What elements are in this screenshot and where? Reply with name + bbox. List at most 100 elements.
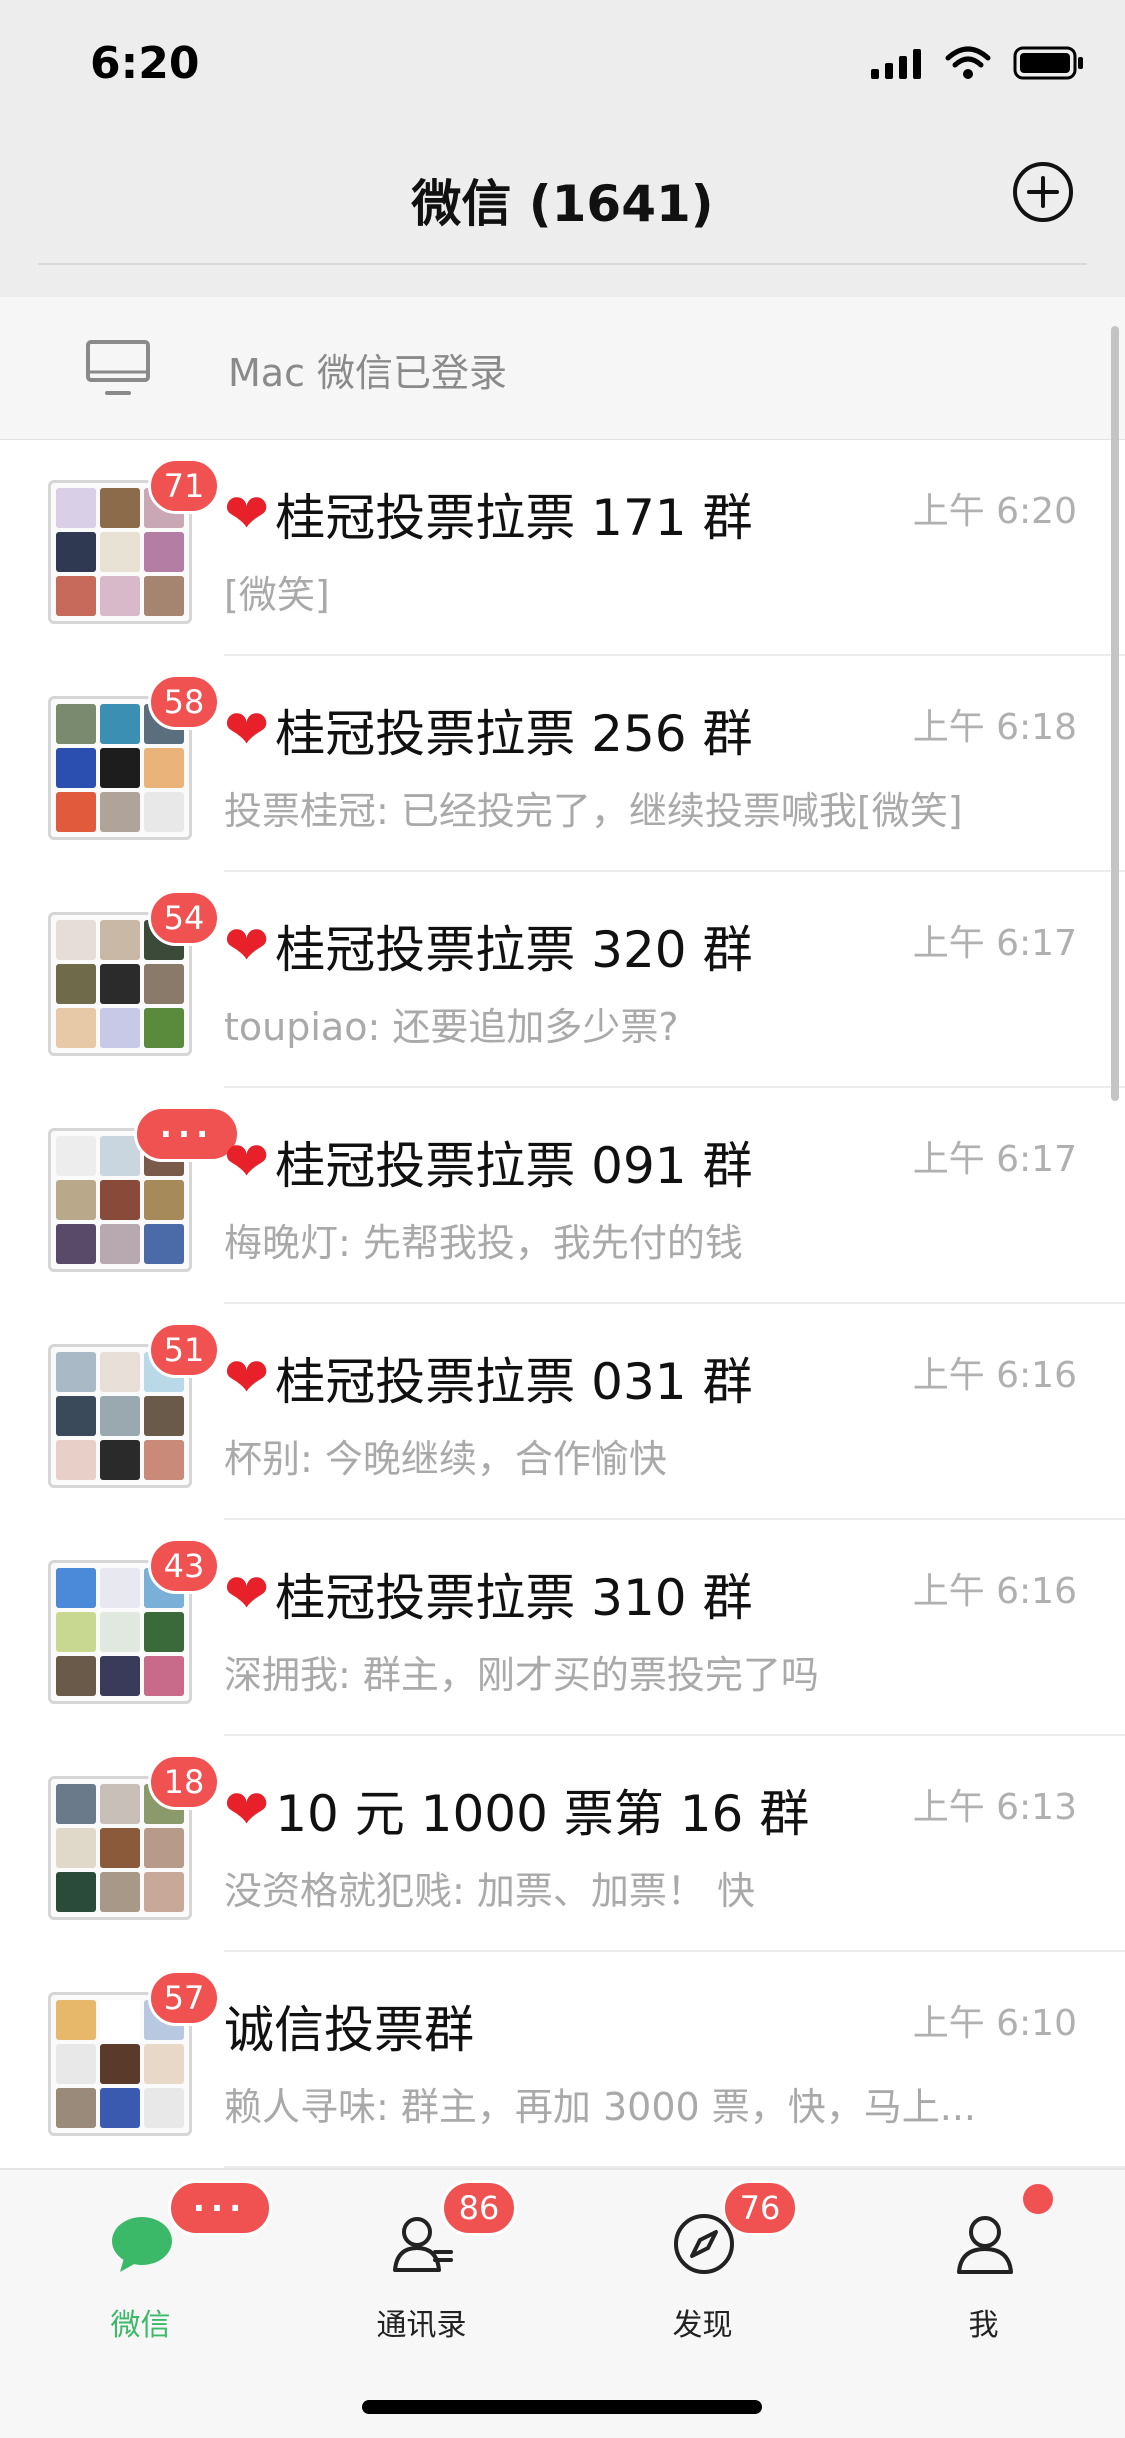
chat-title: ❤ 桂冠投票拉票 031 群 — [224, 1342, 752, 1414]
tab-contacts[interactable]: 86 通讯录 — [281, 2170, 562, 2370]
wifi-icon — [945, 46, 991, 79]
chat-list: 71 ❤ 桂冠投票拉票 171 群上午 6:20 [微笑] 58 ❤ 桂冠投票拉票 256 … — [0, 440, 1125, 2168]
tab-badge: 76 — [722, 2180, 798, 2236]
avatar-tile — [100, 704, 140, 744]
tab-label: 发现 — [672, 2308, 733, 2343]
avatar-tile — [100, 488, 140, 528]
chat-row[interactable]: 51 ❤ 桂冠投票拉票 031 群 上午 6:16 杯别: 今晚继续，合作愉快 — [0, 1304, 1125, 1520]
unread-badge: 51 — [148, 1322, 220, 1378]
chat-time: 上午 6:17 — [912, 1139, 1077, 1180]
avatar-tile — [144, 748, 184, 788]
chat-row[interactable]: 57 诚信投票群 上午 6:10 赖人寻味: 群主，再加 3000 票，快，马上... — [0, 1952, 1125, 2168]
avatar-tile — [56, 1008, 96, 1048]
chat-preview: [微笑] — [224, 573, 330, 617]
monitor-icon — [86, 340, 150, 395]
chat-preview: 没资格就犯贱: 加票、加票！ 快 — [224, 1869, 755, 1913]
nav-divider — [38, 263, 1087, 265]
chat-icon — [112, 2217, 172, 2272]
chat-time: 上午 6:18 — [912, 707, 1077, 748]
add-circle-icon[interactable] — [1011, 160, 1075, 224]
chat-time: 上午 6:17 — [912, 923, 1077, 964]
avatar-tile — [100, 792, 140, 832]
unread-badge: 71 — [148, 458, 220, 514]
chat-row[interactable]: 58 ❤ 桂冠投票拉票 256 群 上午 6:18 投票桂冠: 已经投完了，继续投票喊我… — [0, 656, 1125, 872]
scrollbar[interactable] — [1111, 326, 1119, 1101]
avatar-tile — [144, 1440, 184, 1480]
avatar-tile — [100, 920, 140, 960]
avatar-tile — [56, 748, 96, 788]
chat-title: ❤ 桂冠投票拉票 310 群 — [224, 1558, 752, 1630]
tab-badge: ··· — [168, 2180, 272, 2236]
avatar-tile — [100, 1872, 140, 1912]
avatar-tile — [144, 576, 184, 616]
home-indicator[interactable] — [362, 2400, 762, 2414]
status-icons — [871, 46, 1085, 80]
unread-badge: 18 — [148, 1754, 220, 1810]
chat-title-text: 桂冠投票拉票 171 群 — [275, 489, 753, 547]
avatar-tile — [144, 1180, 184, 1220]
chat-title-text: 10 元 1000 票第 16 群 — [275, 1785, 810, 1843]
chat-time: 上午 6:16 — [912, 1571, 1077, 1612]
chat-row[interactable]: ··· ❤ 桂冠投票拉票 091 群上午 6:17 梅晚灯: 先帮我投，我先付的钱 — [0, 1088, 1125, 1304]
unread-badge: 54 — [148, 890, 220, 946]
status-time: 6:20 — [90, 38, 200, 89]
avatar-tile — [56, 2044, 96, 2084]
banner-text: Mac 微信已登录 — [228, 351, 508, 395]
tab-badge: 86 — [441, 2180, 517, 2236]
chat-time: 上午 6:16 — [912, 1355, 1077, 1396]
avatar-tile — [56, 488, 96, 528]
nav-bar: 微信 (1641) — [0, 140, 1125, 297]
avatar-tile — [56, 1396, 96, 1436]
chat-title-text: 桂冠投票拉票 256 群 — [275, 705, 753, 763]
avatar-tile — [144, 1396, 184, 1436]
avatar-tile — [100, 1136, 140, 1176]
tab-label: 通讯录 — [376, 2308, 467, 2343]
mac-login-banner[interactable]: Mac 微信已登录 — [0, 297, 1125, 440]
avatar-tile — [100, 1656, 140, 1696]
page-title: 微信 (1641) — [411, 175, 714, 233]
tab-wechat[interactable]: ··· 微信 — [0, 2170, 281, 2370]
chat-row[interactable]: 18 ❤ 10 元 1000 票第 16 群 上午 6:13 没资格就犯贱: 加票、加票… — [0, 1736, 1125, 1952]
avatar-tile — [144, 792, 184, 832]
avatar-tile — [144, 964, 184, 1004]
status-bar: 6:20 — [0, 0, 1125, 140]
avatar-tile — [100, 2088, 140, 2128]
chat-row[interactable]: 43 ❤ 桂冠投票拉票 310 群 上午 6:16 深拥我: 群主，刚才买的票投完了吗 — [0, 1520, 1125, 1736]
chat-preview: 梅晚灯: 先帮我投，我先付的钱 — [224, 1221, 743, 1265]
avatar-tile — [100, 532, 140, 572]
avatar-tile — [56, 1136, 96, 1176]
avatar-tile — [144, 532, 184, 572]
avatar-tile — [100, 576, 140, 616]
chat-title: ❤ 桂冠投票拉票 171 群 — [224, 478, 752, 550]
chat-title: ❤ 桂冠投票拉票 256 群 — [224, 694, 752, 766]
chat-row[interactable]: 71 ❤ 桂冠投票拉票 171 群 上午 6:20 [微笑] — [0, 440, 1125, 656]
avatar-tile — [56, 532, 96, 572]
avatar-tile — [56, 2088, 96, 2128]
avatar-tile — [56, 1784, 96, 1824]
heart-icon: ❤ — [224, 1778, 270, 1841]
chat-title: 诚信投票群 — [224, 1990, 474, 2062]
chat-time: 上午 6:20 — [912, 491, 1077, 532]
avatar-tile — [56, 1440, 96, 1480]
avatar-tile — [144, 1656, 184, 1696]
heart-icon: ❤ — [224, 482, 270, 545]
avatar-tile — [144, 2044, 184, 2084]
chat-time: 上午 6:10 — [912, 2003, 1077, 2044]
tab-discover[interactable]: 76 发现 — [562, 2170, 843, 2370]
avatar-tile — [144, 1612, 184, 1652]
avatar-tile — [144, 1872, 184, 1912]
avatar-tile — [100, 1224, 140, 1264]
chat-title-text: 桂冠投票拉票 091 群 — [275, 1137, 753, 1195]
chat-title-text: 桂冠投票拉票 031 群 — [275, 1353, 753, 1411]
chat-row[interactable]: 54 ❤ 桂冠投票拉票 320 群 上午 6:17 toupiao: 还要追加多少票? — [0, 872, 1125, 1088]
avatar-tile — [100, 1784, 140, 1824]
heart-icon: ❤ — [224, 698, 270, 761]
tab-me[interactable]: 我 — [843, 2170, 1124, 2370]
avatar-tile — [100, 964, 140, 1004]
chat-title-text: 桂冠投票拉票 320 群 — [275, 921, 753, 979]
avatar-tile — [56, 704, 96, 744]
heart-icon: ❤ — [224, 1346, 270, 1409]
avatar-tile — [100, 2044, 140, 2084]
avatar-tile — [100, 1008, 140, 1048]
avatar-tile — [100, 1828, 140, 1868]
